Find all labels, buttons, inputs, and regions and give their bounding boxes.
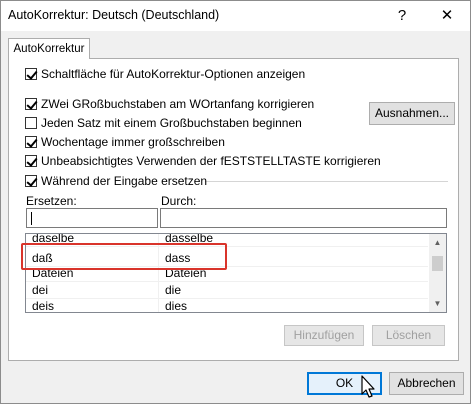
highlight-box — [21, 243, 227, 270]
list-cell-with: dies — [165, 299, 188, 313]
show-buttons-checkbox[interactable] — [25, 68, 38, 80]
weekdays-label: Wochentage immer großschreiben — [41, 135, 225, 149]
delete-button[interactable]: Löschen — [372, 325, 445, 346]
list-scrollbar[interactable]: ▲ ▼ — [429, 234, 446, 312]
window-title: AutoKorrektur: Deutsch (Deutschland) — [8, 8, 220, 22]
text-caret — [31, 212, 32, 225]
add-button[interactable]: Hinzufügen — [284, 325, 364, 346]
checkmark-icon — [26, 68, 38, 80]
list-cell-replace: dei — [32, 283, 49, 297]
help-button[interactable]: ? — [379, 1, 425, 31]
list-cell-replace: deis — [32, 299, 55, 313]
scroll-thumb[interactable] — [432, 256, 443, 271]
checkmark-icon — [26, 175, 38, 187]
replace-typing-label: Während der Eingabe ersetzen — [41, 174, 208, 188]
list-row[interactable]: dei die — [26, 282, 428, 299]
checkmark-icon — [26, 155, 38, 167]
capslock-checkbox[interactable] — [25, 155, 38, 167]
list-row[interactable]: deis dies — [26, 298, 428, 313]
exceptions-button[interactable]: Ausnahmen... — [369, 102, 455, 125]
help-icon: ? — [397, 7, 407, 24]
mouse-pointer-icon — [361, 375, 375, 398]
sentence-caps-checkbox[interactable] — [25, 117, 37, 129]
two-caps-checkbox[interactable] — [25, 98, 38, 110]
list-cell-with: die — [165, 283, 182, 297]
capslock-label: Unbeabsichtigtes Verwenden der fESTSTELL… — [41, 154, 381, 168]
with-input[interactable] — [160, 208, 447, 228]
close-button[interactable]: ✕ — [424, 1, 470, 31]
sentence-caps-label: Jeden Satz mit einem Großbuchstaben begi… — [41, 116, 302, 130]
scroll-up-icon[interactable]: ▲ — [429, 234, 446, 251]
weekdays-checkbox[interactable] — [25, 136, 38, 148]
scroll-down-icon[interactable]: ▼ — [429, 295, 446, 312]
show-buttons-label: Schaltfläche für AutoKorrektur-Optionen … — [41, 67, 306, 81]
replace-input[interactable] — [26, 208, 158, 228]
with-label: Durch: — [161, 194, 197, 208]
replace-typing-checkbox[interactable] — [25, 175, 38, 187]
replace-label: Ersetzen: — [26, 194, 77, 208]
checkmark-icon — [26, 98, 38, 110]
cancel-button[interactable]: Abbrechen — [389, 372, 464, 395]
two-caps-label: ZWei GRoßbuchstaben am WOrtanfang korrig… — [41, 97, 315, 111]
tab-autokorrektur[interactable]: AutoKorrektur — [8, 38, 90, 59]
list-row[interactable]: Dateien Dateien — [26, 266, 428, 282]
close-icon: ✕ — [440, 7, 454, 24]
checkmark-icon — [26, 136, 38, 148]
group-divider — [205, 181, 448, 182]
